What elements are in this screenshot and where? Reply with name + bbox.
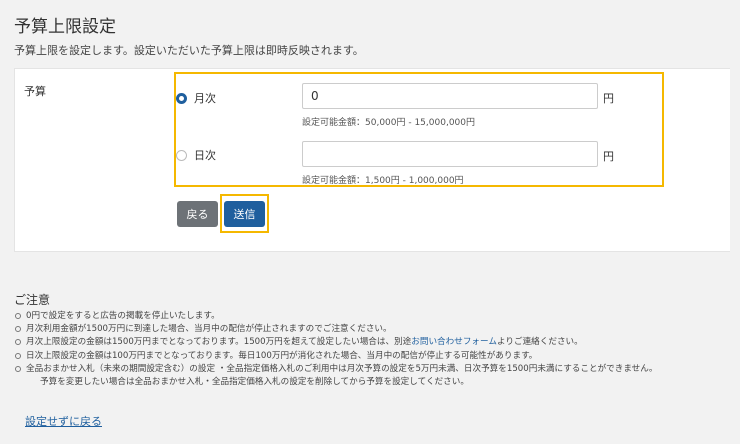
monthly-radio-label[interactable]: 月次 bbox=[194, 90, 216, 106]
notes-list: 0円で設定をすると広告の掲載を停止いたします。 月次利用金額が1500万円に到達… bbox=[14, 310, 736, 389]
note-text: 0円で設定をすると広告の掲載を停止いたします。 bbox=[26, 311, 220, 321]
daily-radio[interactable] bbox=[176, 149, 187, 161]
bullet-icon bbox=[15, 313, 21, 319]
bullet-icon bbox=[15, 352, 21, 359]
contact-form-link[interactable]: お問い合わせフォーム bbox=[411, 337, 497, 347]
daily-radio-label[interactable]: 日次 bbox=[194, 147, 216, 163]
budget-label: 予算 bbox=[24, 85, 46, 98]
monthly-range: 設定可能金額：50,000円 - 15,000,000円 bbox=[302, 118, 475, 128]
back-button[interactable]: 戻る bbox=[177, 201, 218, 227]
daily-unit: 円 bbox=[603, 150, 614, 163]
note-item: 月次利用金額が1500万円に到達した場合、当月中の配信が停止されますのでご注意く… bbox=[14, 323, 736, 336]
monthly-radio[interactable] bbox=[176, 92, 187, 104]
bullet-icon bbox=[15, 326, 21, 333]
note-item: 全品おまかせ入札（未来の期間設定含む）の設定 ・全品指定価格入札のご利用中は月次… bbox=[14, 363, 736, 376]
bullet-icon bbox=[15, 365, 21, 372]
bullet-icon bbox=[15, 339, 21, 346]
page-title: 予算上限設定 bbox=[14, 17, 116, 37]
note-text: よりご連絡ください。 bbox=[496, 337, 583, 348]
note-text: 月次利用金額が1500万円に到達した場合、当月中の配信が停止されますのでご注意く… bbox=[26, 324, 392, 335]
daily-option[interactable]: 日次 bbox=[176, 147, 216, 163]
notes-title: ご注意 bbox=[14, 293, 51, 307]
monthly-unit: 円 bbox=[603, 92, 614, 105]
monthly-amount-input[interactable] bbox=[302, 83, 598, 109]
daily-range: 設定可能金額：1,500円 - 1,000,000円 bbox=[302, 176, 464, 186]
note-item-continuation: 予算を変更したい場合は全品おまかせ入札・全品指定価格入札の設定を削除してから予算… bbox=[14, 376, 736, 389]
note-text: 予算を変更したい場合は全品おまかせ入札・全品指定価格入札の設定を削除してから予算… bbox=[40, 377, 469, 388]
daily-amount-input[interactable] bbox=[302, 141, 598, 167]
monthly-option[interactable]: 月次 bbox=[176, 90, 216, 106]
note-text: 全品おまかせ入札（未来の期間設定含む）の設定 ・全品指定価格入札のご利用中は月次… bbox=[26, 363, 658, 374]
note-text: 日次上限設定の金額は100万円までとなっております。毎日100万円が消化された場… bbox=[26, 350, 538, 361]
back-without-saving-link[interactable]: 設定せずに戻る bbox=[25, 413, 102, 429]
note-item: 日次上限設定の金額は100万円までとなっております。毎日100万円が消化された場… bbox=[14, 350, 736, 363]
note-text: 月次上限設定の金額は1500万円までとなっております。1500万円を超えて設定し… bbox=[26, 337, 412, 348]
note-item: 月次上限設定の金額は1500万円までとなっております。1500万円を超えて設定し… bbox=[14, 336, 736, 349]
submit-button[interactable]: 送信 bbox=[224, 201, 265, 227]
page-description: 予算上限を設定します。設定いただいた予算上限は即時反映されます。 bbox=[14, 44, 364, 57]
note-item: 0円で設定をすると広告の掲載を停止いたします。 bbox=[14, 310, 736, 323]
